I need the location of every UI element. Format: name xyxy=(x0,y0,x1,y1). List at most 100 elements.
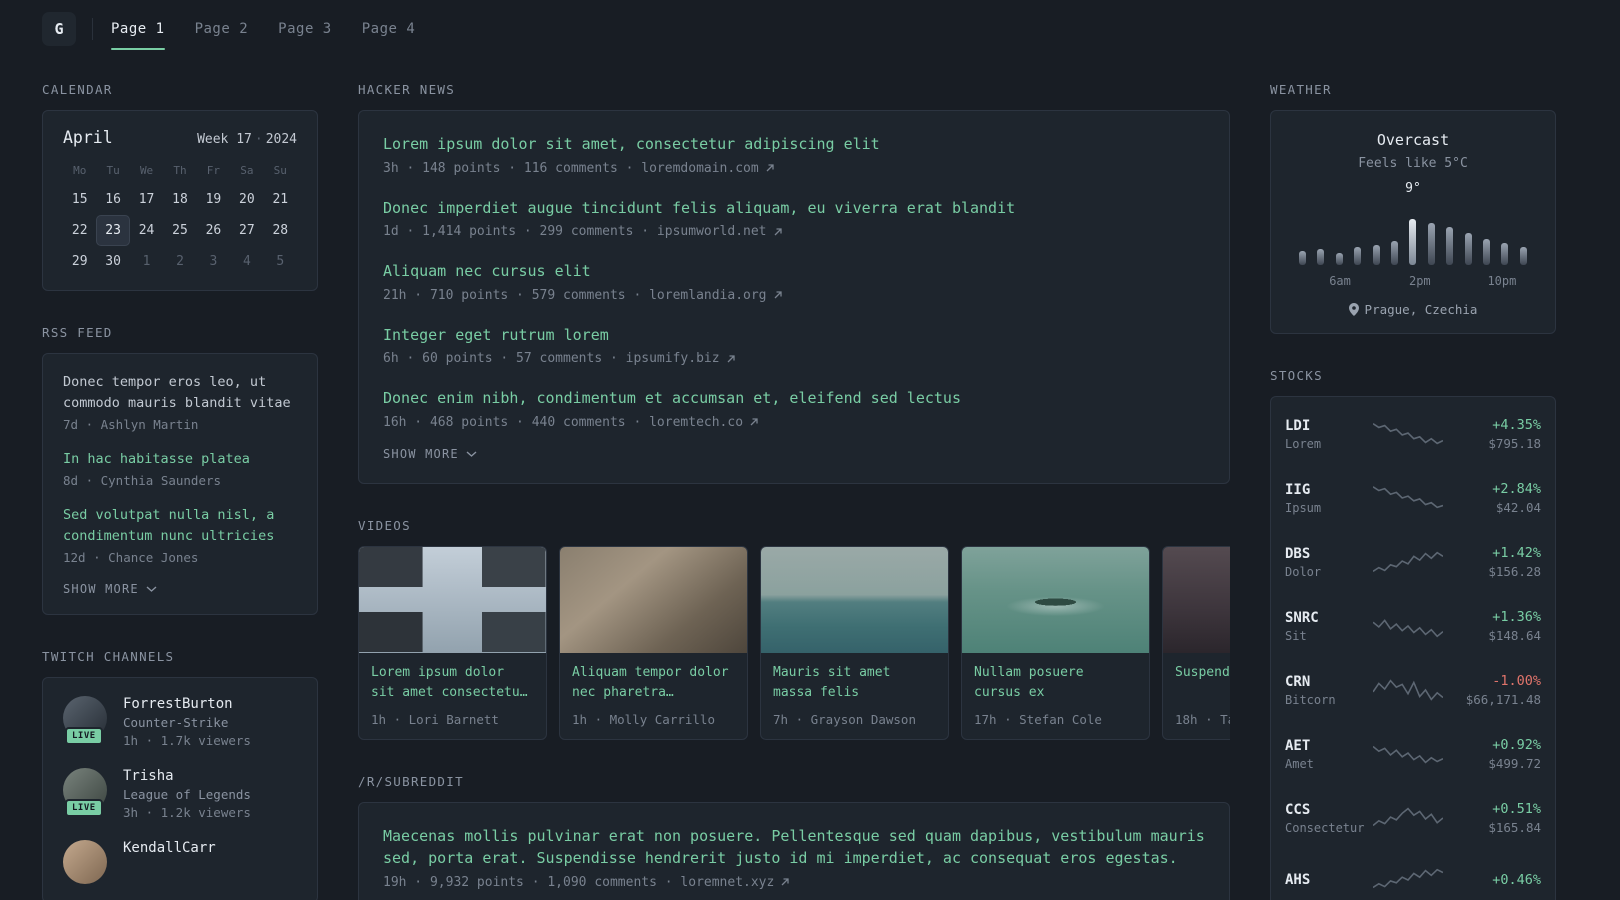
news-item-title[interactable]: Lorem ipsum dolor sit amet, consectetur … xyxy=(383,133,1205,156)
weather-time-label: 10pm xyxy=(1487,274,1517,288)
news-item: Integer eget rutrum lorem 6h · 60 points … xyxy=(383,324,1205,366)
calendar-day[interactable]: 5 xyxy=(264,246,297,277)
stock-info: DBS Dolor xyxy=(1285,546,1367,579)
news-item: Donec imperdiet augue tincidunt felis al… xyxy=(383,197,1205,240)
show-more-label: SHOW MORE xyxy=(63,581,139,596)
video-card[interactable]: Suspendisse diam 18h · Tara xyxy=(1162,545,1230,740)
tab-page-2[interactable]: Page 2 xyxy=(195,0,249,58)
calendar-day-header: We xyxy=(139,164,154,177)
rss-card: Donec tempor eros leo, ut commodo mauris… xyxy=(42,353,318,615)
avatar-wrap xyxy=(63,839,109,884)
calendar-day[interactable]: 18 xyxy=(163,184,196,215)
stock-row[interactable]: AET Amet +0.92% $499.72 xyxy=(1271,722,1555,786)
news-item-title[interactable]: Donec enim nibh, condimentum et accumsan… xyxy=(383,387,1205,410)
hackernews-card: Lorem ipsum dolor sit amet, consectetur … xyxy=(358,110,1230,484)
stock-row[interactable]: AHS +0.46% xyxy=(1271,850,1555,900)
calendar-day-headers: Mo Tu We Th Fr Sa Su xyxy=(63,164,297,177)
stock-row[interactable]: LDI Lorem +4.35% $795.18 xyxy=(1271,402,1555,466)
external-link-icon xyxy=(766,164,774,172)
calendar-day[interactable]: 1 xyxy=(130,246,163,277)
calendar-day[interactable]: 20 xyxy=(230,184,263,215)
rss-show-more-button[interactable]: SHOW MORE xyxy=(63,582,297,596)
calendar-day[interactable]: 4 xyxy=(230,246,263,277)
calendar-day-header: Tu xyxy=(106,164,120,177)
calendar-day[interactable]: 25 xyxy=(163,215,196,246)
weather-location-row: Prague, Czechia xyxy=(1287,302,1539,317)
calendar-day[interactable]: 21 xyxy=(264,184,297,215)
calendar-day[interactable]: 19 xyxy=(197,184,230,215)
stock-change: +4.35% xyxy=(1492,417,1541,433)
stock-row[interactable]: CCS Consectetur +0.51% $165.84 xyxy=(1271,786,1555,850)
video-thumbnail xyxy=(761,546,948,653)
video-card[interactable]: Lorem ipsum dolor sit amet consectetu… 1h… xyxy=(358,545,547,740)
twitch-channel-row[interactable]: LIVE ForrestBurton Counter-Strike 1h · 1.7k… xyxy=(63,695,297,748)
calendar-day[interactable]: 3 xyxy=(197,246,230,277)
video-meta: 17h · Stefan Cole xyxy=(974,711,1102,727)
weather-chart: 9° xyxy=(1299,181,1527,265)
stock-row[interactable]: DBS Dolor +1.42% $156.28 xyxy=(1271,530,1555,594)
rss-item-title[interactable]: Sed volutpat nulla nisl, a condimentum n… xyxy=(63,505,297,547)
tab-page-1[interactable]: Page 1 xyxy=(111,0,165,58)
stock-change: +0.51% xyxy=(1492,801,1541,817)
news-item-title[interactable]: Maecenas mollis pulvinar erat non posuer… xyxy=(383,825,1205,870)
video-card[interactable]: Nullam posuere cursus ex 17h · Stefan Col… xyxy=(961,545,1150,740)
calendar-day[interactable]: 16 xyxy=(96,184,129,215)
news-item-title[interactable]: Donec imperdiet augue tincidunt felis al… xyxy=(383,197,1205,220)
stock-row[interactable]: IIG Ipsum +2.84% $42.04 xyxy=(1271,466,1555,530)
nav-divider xyxy=(92,18,93,40)
calendar-widget: CALENDAR April Week 17 · 2024 Mo Tu We Th Fr Sa… xyxy=(42,82,318,291)
hackernews-show-more-button[interactable]: SHOW MORE xyxy=(383,447,1205,461)
weather-location: Prague, Czechia xyxy=(1364,302,1478,317)
video-card[interactable]: Aliquam tempor dolor nec pharetra… 1h · M… xyxy=(559,545,748,740)
left-column: CALENDAR April Week 17 · 2024 Mo Tu We Th Fr Sa… xyxy=(42,82,318,900)
video-card[interactable]: Mauris sit amet massa felis 7h · Grayson … xyxy=(760,545,949,740)
calendar-header: April Week 17 · 2024 xyxy=(63,128,297,147)
calendar-day[interactable]: 30 xyxy=(96,246,129,277)
stock-values: +4.35% $795.18 xyxy=(1449,417,1541,451)
tab-page-4[interactable]: Page 4 xyxy=(362,0,416,58)
stock-row[interactable]: CRN Bitcorn -1.00% $66,171.48 xyxy=(1271,658,1555,722)
calendar-day[interactable]: 29 xyxy=(63,246,96,277)
twitch-channel-row[interactable]: KendallCarr xyxy=(63,839,297,884)
calendar-day[interactable]: 28 xyxy=(264,215,297,246)
chevron-down-icon xyxy=(146,586,157,592)
calendar-day[interactable]: 26 xyxy=(197,215,230,246)
calendar-day[interactable]: 17 xyxy=(130,184,163,215)
weather-bar xyxy=(1299,251,1306,265)
news-item-meta-text: 16h · 468 points · 440 comments · loremt… xyxy=(383,414,744,430)
news-item-title[interactable]: Integer eget rutrum lorem xyxy=(383,324,1205,347)
rss-list: Donec tempor eros leo, ut commodo mauris… xyxy=(63,372,297,565)
news-item: Donec enim nibh, condimentum et accumsan… xyxy=(383,387,1205,430)
twitch-channel-category: Counter-Strike xyxy=(123,714,229,730)
news-item-meta: 6h · 60 points · 57 comments · ipsumify.… xyxy=(383,351,1205,366)
news-item-meta-text: 19h · 9,932 points · 1,090 comments · lo… xyxy=(383,874,775,890)
stock-info: AHS xyxy=(1285,872,1367,888)
calendar-day[interactable]: 24 xyxy=(130,215,163,246)
video-title: Mauris sit amet massa felis xyxy=(773,664,891,700)
video-title: Nullam posuere cursus ex xyxy=(974,664,1084,700)
stock-row[interactable]: SNRC Sit +1.36% $148.64 xyxy=(1271,594,1555,658)
rss-item-title[interactable]: Donec tempor eros leo, ut commodo mauris… xyxy=(63,372,297,414)
calendar-day-selected[interactable]: 23 xyxy=(96,215,130,246)
calendar-day[interactable]: 2 xyxy=(163,246,196,277)
video-thumbnail xyxy=(359,546,546,653)
rss-item-title[interactable]: In hac habitasse platea xyxy=(63,449,297,470)
twitch-channel-row[interactable]: LIVE Trisha League of Legends 3h · 1.2k vie… xyxy=(63,767,297,820)
twitch-channel-meta: 1h · 1.7k viewers xyxy=(123,732,251,748)
calendar-month: April xyxy=(63,128,113,147)
stock-info: SNRC Sit xyxy=(1285,610,1367,643)
calendar-day-header: Su xyxy=(273,164,287,177)
news-item-title[interactable]: Aliquam nec cursus elit xyxy=(383,260,1205,283)
twitch-channel-category: League of Legends xyxy=(123,786,251,802)
calendar-card: April Week 17 · 2024 Mo Tu We Th Fr Sa Su 15 16 17… xyxy=(42,110,318,291)
news-item-meta-text: 21h · 710 points · 579 comments · loreml… xyxy=(383,287,767,303)
weather-card: Overcast Feels like 5°C 9° 6am 2pm 10pm Pr… xyxy=(1270,110,1556,334)
app-logo[interactable]: G xyxy=(42,12,76,46)
tab-page-3[interactable]: Page 3 xyxy=(278,0,332,58)
calendar-day[interactable]: 27 xyxy=(230,215,263,246)
calendar-day[interactable]: 22 xyxy=(63,215,96,246)
weather-bar xyxy=(1391,241,1399,265)
calendar-day[interactable]: 15 xyxy=(63,184,96,215)
stock-symbol: CRN xyxy=(1285,673,1311,690)
rss-item: Donec tempor eros leo, ut commodo mauris… xyxy=(63,372,297,432)
